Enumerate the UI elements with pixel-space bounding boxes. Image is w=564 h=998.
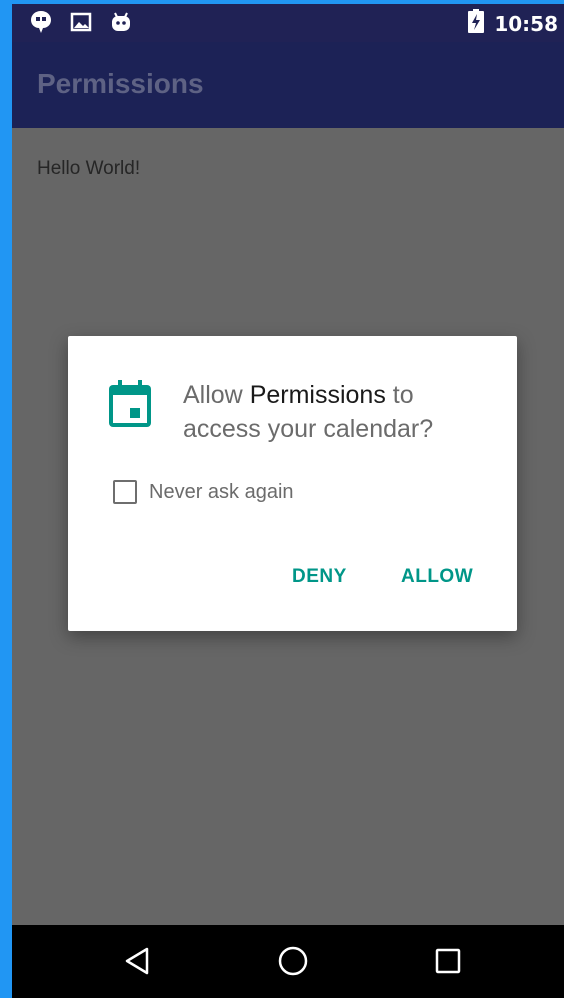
back-icon[interactable] xyxy=(119,943,155,979)
status-bar: 10:58 xyxy=(12,4,564,42)
screen: 10:58 Permissions Hello World! Allow Per… xyxy=(0,0,564,998)
battery-charging-icon xyxy=(468,9,485,38)
calendar-icon xyxy=(108,380,152,428)
quote-icon xyxy=(30,10,52,38)
deny-button[interactable]: DENY xyxy=(292,566,347,588)
image-icon xyxy=(70,12,92,36)
dialog-message: Allow Permissions to access your calenda… xyxy=(183,378,493,446)
allow-button[interactable]: ALLOW xyxy=(401,566,473,588)
app-bar: Permissions xyxy=(12,42,564,128)
app-name: Permissions xyxy=(249,381,386,409)
recents-icon[interactable] xyxy=(430,943,466,979)
hello-text: Hello World! xyxy=(37,158,141,179)
status-right: 10:58 xyxy=(468,9,558,38)
never-ask-again-row[interactable]: Never ask again xyxy=(113,480,294,504)
home-icon[interactable] xyxy=(275,943,311,979)
notification-icons xyxy=(30,10,132,38)
navigation-bar xyxy=(12,925,564,998)
android-icon xyxy=(110,11,132,37)
never-ask-again-checkbox[interactable] xyxy=(113,480,137,504)
never-ask-again-label: Never ask again xyxy=(149,480,294,503)
app-title: Permissions xyxy=(37,68,204,99)
permission-dialog: Allow Permissions to access your calenda… xyxy=(68,336,517,631)
clock: 10:58 xyxy=(494,11,558,36)
message-prefix: Allow xyxy=(183,381,250,409)
